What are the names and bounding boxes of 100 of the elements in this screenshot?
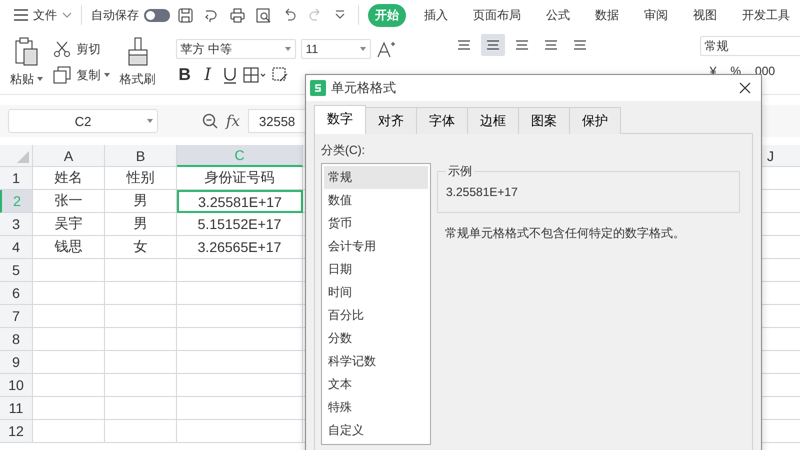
font-size-field[interactable]: 11	[300, 39, 371, 59]
table-cell: 男	[105, 190, 177, 213]
autosave-toggle[interactable]	[144, 8, 170, 22]
font-name-field[interactable]: 苹方 中等	[176, 39, 296, 59]
sample-legend: 示例	[446, 163, 474, 180]
function-button[interactable]: fx	[226, 112, 240, 130]
table-cell: 女	[105, 236, 177, 259]
category-item[interactable]: 文本	[324, 373, 428, 396]
ribbon-tab[interactable]: 视图	[686, 4, 724, 26]
preview-icon[interactable]	[256, 8, 271, 22]
row-header[interactable]: 4	[0, 236, 33, 259]
dialog-tab[interactable]: 对齐	[365, 107, 417, 134]
category-item[interactable]: 特殊	[324, 396, 428, 419]
table-cell	[33, 397, 105, 420]
row-header[interactable]: 1	[0, 167, 33, 190]
ribbon-tab[interactable]: 插入	[417, 4, 455, 26]
table-cell: 姓名	[33, 167, 105, 190]
brush-icon[interactable]	[126, 36, 150, 66]
caret-icon[interactable]	[284, 47, 291, 51]
caret-icon[interactable]	[104, 73, 110, 78]
paste-button[interactable]: 粘贴	[10, 70, 44, 88]
category-item[interactable]: 会计专用	[324, 235, 428, 258]
caret-icon[interactable]	[360, 47, 366, 51]
align-icon[interactable]	[480, 34, 505, 56]
table-cell	[105, 351, 177, 374]
category-item[interactable]: 分数	[324, 327, 428, 350]
caret-icon[interactable]	[37, 77, 44, 82]
print-icon[interactable]	[230, 8, 245, 22]
table-cell	[33, 259, 105, 282]
table-cell	[105, 397, 177, 420]
dialog-title: 单元格格式	[331, 79, 396, 97]
table-cell: 3.25581E+17	[177, 190, 303, 213]
menu-icon[interactable]	[14, 9, 28, 21]
cut-button[interactable]: 剪切	[76, 40, 100, 58]
category-item[interactable]: 货币	[324, 212, 428, 235]
borders-icon[interactable]	[242, 66, 267, 84]
table-cell: 吴宇	[33, 213, 105, 236]
table-cell: 男	[105, 213, 177, 236]
chevron-icon[interactable]	[62, 12, 72, 18]
scissors-icon[interactable]	[53, 40, 72, 58]
dropdown-icon[interactable]	[334, 10, 346, 20]
category-item[interactable]: 百分比	[324, 304, 428, 327]
row-header[interactable]: 8	[0, 328, 33, 351]
table-cell: 身份证号码	[177, 167, 303, 190]
row-header[interactable]: 10	[0, 374, 33, 397]
caret-icon[interactable]	[147, 119, 153, 123]
table-cell: 5.15152E+17	[177, 213, 303, 236]
dialog-tab[interactable]: 图案	[518, 107, 570, 134]
ribbon-tab[interactable]: 数据	[588, 4, 626, 26]
dialog-tab[interactable]: 字体	[416, 107, 468, 134]
category-item[interactable]: 常规	[324, 166, 428, 189]
copy-icon[interactable]	[53, 66, 72, 84]
underline-icon[interactable]	[222, 66, 238, 84]
font-increase-icon[interactable]	[376, 40, 396, 58]
table-cell: 性别	[105, 167, 177, 190]
category-item[interactable]: 日期	[324, 258, 428, 281]
italic-button[interactable]: I	[198, 65, 217, 85]
ribbon-tab[interactable]: 审阅	[637, 4, 675, 26]
row-header[interactable]: 6	[0, 282, 33, 305]
row-header[interactable]: 9	[0, 351, 33, 374]
category-item[interactable]: 自定义	[324, 419, 428, 442]
zoom-icon[interactable]	[202, 113, 218, 129]
dialog-tab[interactable]: 数字	[314, 105, 366, 134]
format-painter-button[interactable]: 格式刷	[120, 70, 156, 88]
dialog-tab[interactable]: 边框	[467, 107, 519, 134]
column-header[interactable]: A	[33, 145, 105, 167]
ribbon-tab[interactable]: 公式	[539, 4, 577, 26]
category-item[interactable]: 科学记数	[324, 350, 428, 373]
row-header[interactable]: 11	[0, 397, 33, 420]
format-description: 常规单元格格式不包含任何特定的数字格式。	[444, 225, 686, 242]
dialog-tab[interactable]: 保护	[569, 107, 621, 134]
row-header[interactable]: 3	[0, 213, 33, 236]
clipboard-icon[interactable]	[14, 36, 40, 66]
copy-button[interactable]: 复制	[76, 66, 110, 84]
close-icon[interactable]	[739, 82, 751, 94]
table-cell	[33, 328, 105, 351]
table-cell	[33, 420, 105, 443]
ribbon-tab[interactable]: 页面布局	[466, 4, 528, 26]
column-header[interactable]: B	[105, 145, 177, 167]
table-cell	[105, 259, 177, 282]
save-icon[interactable]	[178, 8, 193, 22]
bold-button[interactable]: B	[176, 65, 194, 85]
file-menu[interactable]: 文件	[33, 6, 57, 24]
table-cell	[105, 282, 177, 305]
table-cell: 张一	[33, 190, 105, 213]
row-header[interactable]: 12	[0, 420, 33, 443]
table-cell: 钱思	[33, 236, 105, 259]
table-cell	[105, 374, 177, 397]
table-cell	[33, 282, 105, 305]
name-box[interactable]: C2	[8, 109, 158, 133]
number-format-field[interactable]: 常规	[700, 36, 800, 56]
category-item[interactable]: 数值	[324, 189, 428, 212]
category-item[interactable]: 时间	[324, 281, 428, 304]
ribbon-tab[interactable]: 开发工具	[735, 4, 797, 26]
app-logo-icon	[310, 80, 326, 96]
table-cell	[33, 305, 105, 328]
row-header[interactable]: 7	[0, 305, 33, 328]
row-header[interactable]: 5	[0, 259, 33, 282]
category-label: 分类(C):	[321, 142, 366, 159]
clear-format-icon[interactable]	[272, 66, 288, 84]
